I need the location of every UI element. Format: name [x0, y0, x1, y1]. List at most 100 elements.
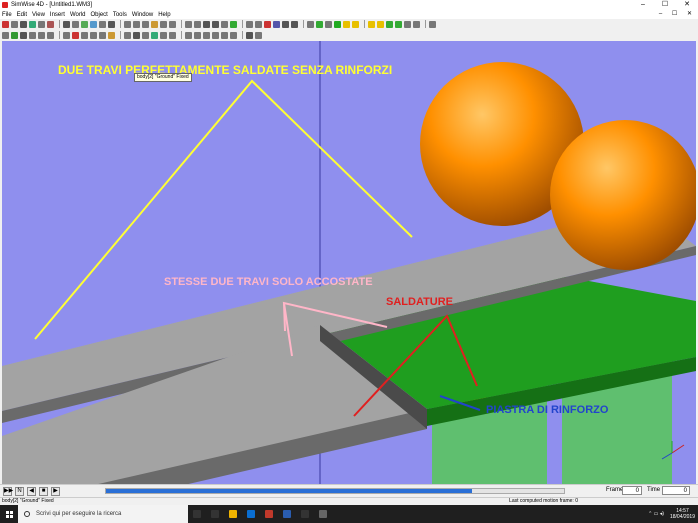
tool-button-icon[interactable]: [133, 20, 140, 28]
tool-button-icon[interactable]: [151, 20, 158, 28]
menu-edit[interactable]: Edit: [17, 12, 27, 18]
step-button[interactable]: N: [15, 486, 24, 496]
time-input[interactable]: 0: [662, 486, 690, 495]
view-tool-button-icon[interactable]: [169, 31, 176, 39]
tool-button-icon[interactable]: [264, 20, 271, 28]
view-tool-button-icon[interactable]: [124, 31, 131, 39]
tool-button-icon[interactable]: [99, 20, 106, 28]
view-tool-button-icon[interactable]: [185, 31, 192, 39]
view-tool-button-icon[interactable]: [81, 31, 88, 39]
view-tool-button-icon[interactable]: [11, 31, 18, 39]
view-tool-button-icon[interactable]: [203, 31, 210, 39]
view-tool-button-icon[interactable]: [255, 31, 262, 39]
tool-button-icon[interactable]: [185, 20, 192, 28]
tool-button-icon[interactable]: [72, 20, 79, 28]
menu-view[interactable]: View: [32, 12, 45, 18]
play-button[interactable]: ▶: [51, 486, 60, 496]
view-tool-button-icon[interactable]: [133, 31, 140, 39]
view-tool-button-icon[interactable]: [72, 31, 79, 39]
tool-button-icon[interactable]: [81, 20, 88, 28]
taskbar-app-icon[interactable]: [296, 505, 314, 523]
tool-button-icon[interactable]: [63, 20, 70, 28]
taskbar-app-icon[interactable]: [224, 505, 242, 523]
tool-button-icon[interactable]: [47, 20, 54, 28]
fast-forward-button[interactable]: ▶▶: [3, 486, 13, 496]
tool-button-icon[interactable]: [429, 20, 436, 28]
tool-button-icon[interactable]: [386, 20, 393, 28]
menu-file[interactable]: File: [2, 12, 12, 18]
tool-button-icon[interactable]: [395, 20, 402, 28]
tool-button-icon[interactable]: [352, 20, 359, 28]
tool-button-icon[interactable]: [291, 20, 298, 28]
menu-tools[interactable]: Tools: [113, 12, 127, 18]
start-button[interactable]: [0, 505, 18, 523]
view-tool-button-icon[interactable]: [99, 31, 106, 39]
tool-button-icon[interactable]: [246, 20, 253, 28]
3d-viewport[interactable]: [2, 41, 696, 484]
mdi-controls[interactable]: – ☐ ✕: [659, 10, 696, 17]
timeline-slider[interactable]: [105, 488, 565, 494]
tool-button-icon[interactable]: [124, 20, 131, 28]
frame-input[interactable]: 0: [622, 486, 642, 495]
taskbar-search[interactable]: Scrivi qui per eseguire la ricerca: [18, 505, 188, 523]
tool-button-icon[interactable]: [194, 20, 201, 28]
view-tool-button-icon[interactable]: [29, 31, 36, 39]
tool-button-icon[interactable]: [212, 20, 219, 28]
tool-button-icon[interactable]: [230, 20, 237, 28]
menu-insert[interactable]: Insert: [50, 12, 65, 18]
view-tool-button-icon[interactable]: [2, 31, 9, 39]
tool-button-icon[interactable]: [108, 20, 115, 28]
close-button[interactable]: ✕: [676, 0, 698, 10]
tool-button-icon[interactable]: [343, 20, 350, 28]
taskbar-app-icon[interactable]: [260, 505, 278, 523]
tool-button-icon[interactable]: [20, 20, 27, 28]
tool-button-icon[interactable]: [413, 20, 420, 28]
rewind-button[interactable]: ◀: [27, 486, 36, 496]
tool-button-icon[interactable]: [273, 20, 280, 28]
tool-button-icon[interactable]: [282, 20, 289, 28]
tool-button-icon[interactable]: [334, 20, 341, 28]
view-tool-button-icon[interactable]: [108, 31, 115, 39]
taskbar-app-icon[interactable]: [242, 505, 260, 523]
view-tool-button-icon[interactable]: [151, 31, 158, 39]
stop-button[interactable]: ■: [39, 486, 48, 496]
menu-window[interactable]: Window: [132, 12, 153, 18]
view-tool-button-icon[interactable]: [230, 31, 237, 39]
view-tool-button-icon[interactable]: [160, 31, 167, 39]
taskbar-app-icon[interactable]: [314, 505, 332, 523]
tool-button-icon[interactable]: [203, 20, 210, 28]
view-tool-button-icon[interactable]: [221, 31, 228, 39]
tool-button-icon[interactable]: [307, 20, 314, 28]
view-tool-button-icon[interactable]: [194, 31, 201, 39]
taskbar-app-icon[interactable]: [188, 505, 206, 523]
tool-button-icon[interactable]: [404, 20, 411, 28]
tool-button-icon[interactable]: [325, 20, 332, 28]
view-tool-button-icon[interactable]: [38, 31, 45, 39]
tool-button-icon[interactable]: [368, 20, 375, 28]
tool-button-icon[interactable]: [142, 20, 149, 28]
view-tool-button-icon[interactable]: [90, 31, 97, 39]
minimize-button[interactable]: –: [632, 0, 654, 10]
tool-button-icon[interactable]: [221, 20, 228, 28]
tool-button-icon[interactable]: [255, 20, 262, 28]
taskbar-app-icon[interactable]: [278, 505, 296, 523]
tool-button-icon[interactable]: [169, 20, 176, 28]
tool-button-icon[interactable]: [377, 20, 384, 28]
tool-button-icon[interactable]: [2, 20, 9, 28]
tool-button-icon[interactable]: [160, 20, 167, 28]
view-tool-button-icon[interactable]: [142, 31, 149, 39]
view-tool-button-icon[interactable]: [212, 31, 219, 39]
menu-world[interactable]: World: [70, 12, 86, 18]
view-tool-button-icon[interactable]: [63, 31, 70, 39]
tool-button-icon[interactable]: [29, 20, 36, 28]
tool-button-icon[interactable]: [90, 20, 97, 28]
view-tool-button-icon[interactable]: [246, 31, 253, 39]
taskbar-app-icon[interactable]: [206, 505, 224, 523]
menu-object[interactable]: Object: [91, 12, 108, 18]
view-tool-button-icon[interactable]: [20, 31, 27, 39]
view-tool-button-icon[interactable]: [47, 31, 54, 39]
tool-button-icon[interactable]: [38, 20, 45, 28]
menu-help[interactable]: Help: [158, 12, 170, 18]
maximize-button[interactable]: ☐: [654, 0, 676, 10]
tool-button-icon[interactable]: [316, 20, 323, 28]
